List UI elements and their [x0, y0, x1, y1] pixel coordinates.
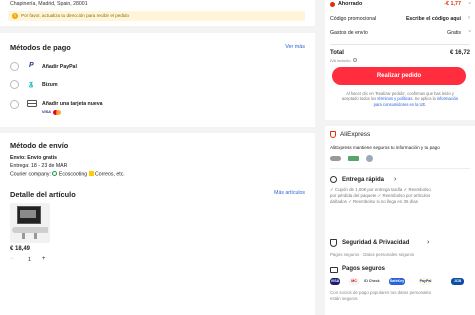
payment-option-card[interactable]: Añadir una tarjeta nueva VISA	[8, 97, 308, 119]
qty-value[interactable]: 1	[28, 257, 31, 263]
shield-icon	[330, 131, 336, 138]
paypal-label: Añadir PayPal	[42, 63, 77, 70]
courier-ecoscooting: Ecoscooting	[58, 171, 88, 178]
product-image[interactable]	[10, 203, 50, 243]
correos-icon	[88, 171, 94, 176]
trust-brand: AliExpress	[340, 131, 371, 138]
fast-delivery-icon	[330, 176, 337, 183]
payment-logos-row: VISA MC ID Check SafeKey PayPal JCB	[330, 278, 472, 285]
trust-divider-1	[330, 168, 470, 169]
bizum-label: Bizum	[42, 81, 58, 88]
paypal-radio[interactable]	[10, 62, 19, 71]
fast-delivery-chevron-icon[interactable]: ›	[394, 176, 396, 183]
paypal-icon: P	[29, 62, 34, 69]
toggle-badge-icon	[330, 156, 341, 161]
saved-value: -€ 1,77	[444, 1, 461, 7]
security-title[interactable]: Seguridad & Privacidad	[342, 240, 409, 246]
payment-more-link[interactable]: Ver más	[285, 44, 305, 50]
order-summary-card: Ahorrado -€ 1,77 › Código promocional Es…	[325, 0, 475, 120]
saved-label: Ahorrado	[338, 1, 363, 7]
payment-title: Métodos de pago	[10, 43, 71, 52]
place-order-button[interactable]: Realizar pedido	[332, 67, 466, 85]
globe-badge-icon	[366, 155, 373, 162]
consumer-info-link[interactable]: información	[437, 96, 458, 101]
consumer-info-link-2[interactable]: para consumidores en la UE.	[374, 102, 427, 107]
fast-delivery-details: ✓ Cupón de 1,00€ por entrega tardía ✓ Re…	[330, 187, 431, 205]
mastercard-logo	[53, 110, 62, 115]
courier-prefix: Courier company:	[10, 171, 51, 178]
quantity-stepper[interactable]: − 1 +	[10, 256, 50, 266]
product-ship-model	[12, 227, 48, 233]
saved-icon	[330, 2, 335, 7]
saved-chevron-icon[interactable]: ›	[466, 2, 472, 4]
shipping-delivery: Entrega: 18 - 23 de MAR	[10, 163, 68, 169]
address-warning-banner[interactable]: ! Por favor, actualiza tu dirección para…	[8, 11, 305, 21]
total-value: € 16,72	[449, 50, 470, 56]
ecoscooting-icon	[52, 171, 58, 176]
courier-suffix: , etc.	[113, 171, 125, 178]
items-more-link[interactable]: Más artículos	[274, 190, 305, 196]
legal-text: Al hacer clic en 'Realizar pedido', conf…	[341, 91, 459, 107]
shipping-cost-value: Gratis	[447, 30, 461, 36]
mastercard-chip: MC	[349, 278, 359, 285]
visa-chip: VISA	[330, 278, 340, 285]
security-chevron-icon[interactable]: ›	[427, 239, 429, 246]
info-icon[interactable]	[353, 58, 357, 62]
shipping-method: Envío: Envío gratis	[10, 155, 57, 161]
payment-methods-card: Métodos de pago Ver más P Añadir PayPal …	[0, 33, 315, 127]
bizum-icon: ʓ	[29, 79, 33, 88]
trust-desc: AliExpress mantiene seguros tu informaci…	[330, 145, 440, 150]
shipping-cost-label: Gastos de envío	[330, 30, 368, 36]
address-card: Chapinería, Madrid, Spain, 28001 ! Por f…	[0, 0, 315, 26]
promo-code-input[interactable]: Escribe el código aquí	[406, 16, 461, 22]
courier-correos: Correos	[95, 171, 114, 178]
secure-payment-title: Pagos seguros	[342, 266, 386, 272]
summary-divider	[330, 44, 470, 45]
payment-option-bizum[interactable]: ʓ Bizum	[8, 78, 308, 90]
shipping-chevron-icon[interactable]: ›	[466, 30, 472, 32]
truck-badge-icon	[348, 156, 359, 161]
credit-card-icon	[27, 100, 37, 107]
paypal-chip: PayPal	[419, 278, 432, 285]
qty-minus-button[interactable]: −	[10, 256, 14, 262]
safekey-chip: SafeKey	[389, 278, 405, 285]
secure-payment-subtitle: Con socios de pago populares tus datos p…	[330, 290, 432, 301]
total-label: Total	[330, 50, 344, 56]
address-warning-text: Por favor, actualiza tu dirección para r…	[21, 13, 130, 19]
jcb-chip: JCB	[451, 278, 464, 285]
shipping-courier: Courier company: Ecoscooting Correos, et…	[10, 171, 125, 178]
security-icon	[330, 239, 337, 247]
promo-label: Código promocional	[330, 16, 377, 22]
total-subtext: IVA incluido	[330, 58, 351, 63]
qty-plus-button[interactable]: +	[42, 256, 46, 262]
bizum-radio[interactable]	[10, 80, 19, 89]
payment-option-paypal[interactable]: P Añadir PayPal	[8, 60, 308, 72]
warning-icon: !	[12, 13, 18, 19]
visa-logo: VISA	[42, 110, 51, 114]
trust-card: AliExpress AliExpress mantiene seguros t…	[325, 126, 475, 315]
security-subtitle: Pagos seguros · Datos personales seguros	[330, 252, 415, 257]
address-line: Chapinería, Madrid, Spain, 28001	[10, 1, 88, 7]
secure-payment-icon	[330, 267, 338, 273]
items-title: Detalle del artículo	[10, 190, 76, 199]
promo-chevron-icon[interactable]: ›	[468, 15, 470, 21]
product-price: € 18,49	[10, 246, 31, 252]
shipping-title: Método de envío	[10, 141, 69, 150]
card-radio[interactable]	[10, 100, 19, 109]
shipping-items-card: Método de envío Envío: Envío gratis Entr…	[0, 133, 315, 315]
fast-delivery-title[interactable]: Entrega rápida	[342, 177, 384, 183]
card-label: Añadir una tarjeta nueva	[42, 100, 103, 107]
idcheck-chip: ID Check	[363, 278, 381, 285]
trust-badges	[330, 155, 390, 163]
terms-link[interactable]: términos y políticas	[377, 96, 412, 101]
